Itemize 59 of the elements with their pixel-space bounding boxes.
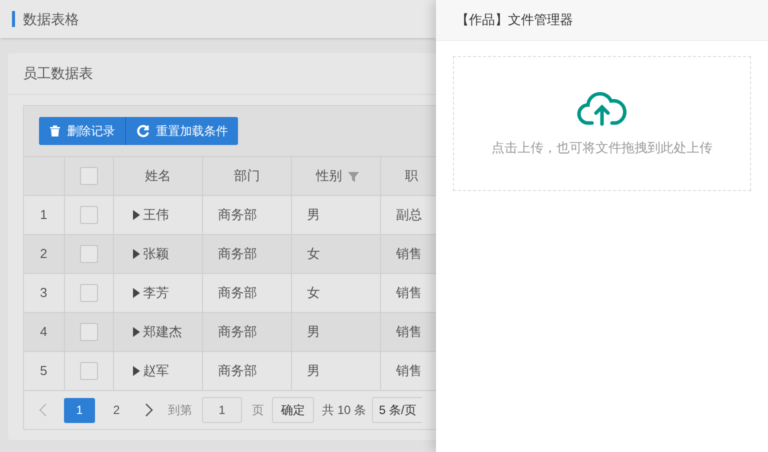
confirm-button[interactable]: 确定: [272, 397, 314, 423]
column-header: 部门: [234, 167, 260, 186]
upload-hint: 点击上传，也可将文件拖拽到此处上传: [492, 138, 712, 157]
expand-icon[interactable]: [133, 249, 140, 259]
gender-cell-text: 女: [307, 284, 320, 302]
name-cell-text: 赵军: [143, 362, 169, 380]
department-cell-text: 商务部: [218, 206, 257, 224]
position-cell-text: 副总: [396, 206, 422, 224]
position-cell-text: 销售: [396, 245, 422, 264]
card-title: 员工数据表: [23, 64, 93, 83]
department-cell-text: 商务部: [218, 323, 257, 342]
trash-icon: [49, 125, 61, 137]
expand-icon[interactable]: [133, 327, 140, 337]
column-header: 姓名: [145, 167, 171, 186]
filter-icon[interactable]: [348, 170, 359, 182]
goto-label: 到第: [168, 402, 192, 419]
expand-icon[interactable]: [133, 288, 140, 298]
column-header: 职: [405, 167, 418, 186]
reset-button[interactable]: 重置加载条件: [126, 117, 238, 145]
cloud-upload-icon: [577, 90, 627, 126]
page-input[interactable]: 1: [202, 397, 242, 423]
total-count: 共 10 条: [322, 402, 366, 419]
name-cell-text: 张颖: [143, 245, 169, 264]
page-label: 页: [252, 402, 264, 419]
row-number: 3: [40, 284, 48, 302]
checkbox[interactable]: [80, 245, 98, 263]
checkbox[interactable]: [80, 362, 98, 380]
page-button[interactable]: 2: [101, 398, 132, 422]
page-size-select[interactable]: 5 条/页: [372, 397, 422, 423]
row-number: 2: [40, 245, 48, 264]
expand-icon[interactable]: [133, 210, 140, 220]
name-cell-text: 李芳: [143, 284, 169, 302]
department-cell-text: 商务部: [218, 284, 257, 302]
name-cell-text: 王伟: [143, 206, 169, 224]
department-cell-text: 商务部: [218, 245, 257, 264]
gender-cell-text: 男: [307, 323, 320, 342]
page-button[interactable]: 1: [64, 398, 95, 422]
row-number: 4: [40, 323, 48, 342]
gender-cell-text: 男: [307, 206, 320, 224]
checkbox[interactable]: [80, 167, 98, 185]
row-number: 1: [40, 206, 48, 224]
department-cell-text: 商务部: [218, 362, 257, 380]
refresh-icon: [136, 124, 150, 138]
column-header: 性别: [316, 167, 342, 186]
position-cell-text: 销售: [396, 284, 422, 302]
position-cell-text: 销售: [396, 323, 422, 342]
expand-icon[interactable]: [133, 366, 140, 376]
row-number: 5: [40, 362, 48, 380]
delete-button[interactable]: 删除记录: [39, 117, 126, 145]
gender-cell-text: 男: [307, 362, 320, 380]
position-cell-text: 销售: [396, 362, 422, 380]
page-title: 数据表格: [23, 10, 79, 28]
checkbox[interactable]: [80, 206, 98, 224]
drawer-title: 【作品】文件管理器: [456, 11, 573, 30]
gender-cell-text: 女: [307, 245, 320, 264]
checkbox[interactable]: [80, 284, 98, 302]
checkbox[interactable]: [80, 323, 98, 341]
name-cell-text: 郑建杰: [143, 323, 182, 342]
next-page-icon[interactable]: [144, 403, 154, 417]
